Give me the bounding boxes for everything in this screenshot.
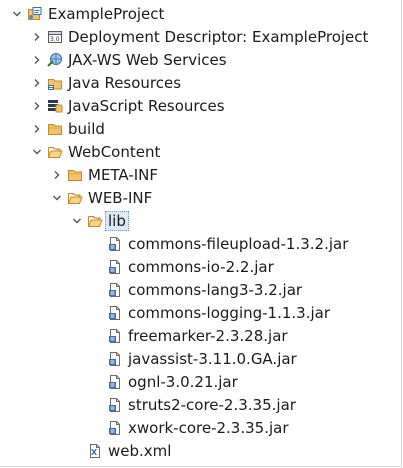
jar-file-icon [107,351,123,367]
jar-file-label: commons-lang3-3.2.jar [128,281,303,299]
tree-node-example-project[interactable]: ExampleProject [0,3,400,26]
jar-file-item[interactable]: javassist-3.11.0.GA.jar [0,348,400,371]
chevron-right-icon[interactable] [32,55,42,65]
chevron-right-icon[interactable] [32,101,42,111]
web-services-icon [47,52,63,68]
tree-node-build[interactable]: build [0,118,400,141]
tree-node-label: build [68,120,105,138]
jar-file-icon [107,282,123,298]
open-folder-icon [47,144,63,160]
folder-icon [67,167,83,183]
jar-file-label: ognl-3.0.21.jar [128,373,238,391]
tree-node-lib[interactable]: lib [0,210,400,233]
deployment-descriptor-icon: 3.0 [47,29,63,45]
tree-node-label: WebContent [68,143,161,161]
jar-file-item[interactable]: freemarker-2.3.28.jar [0,325,400,348]
open-folder-icon [67,190,83,206]
tree-node-label: Java Resources [68,74,182,92]
svg-text:X: X [91,448,98,457]
chevron-down-icon[interactable] [72,216,82,226]
open-folder-icon [87,213,103,229]
java-resources-icon [47,75,63,91]
tree-node-label: ExampleProject [48,5,165,23]
chevron-down-icon[interactable] [52,193,62,203]
chevron-right-icon[interactable] [32,32,42,42]
jar-file-item[interactable]: struts2-core-2.3.35.jar [0,394,400,417]
javascript-resources-icon [47,98,63,114]
tree-node-label: WEB-INF [88,189,153,207]
jar-file-label: commons-fileupload-1.3.2.jar [128,235,349,253]
tree-node-jax-ws-web-services[interactable]: JAX-WS Web Services [0,49,400,72]
tree-node-web-xml[interactable]: X web.xml [0,440,400,463]
tree-node-label: lib [105,211,129,231]
tree-node-label: JavaScript Resources [68,97,225,115]
tree-node-label: JAX-WS Web Services [68,51,227,69]
chevron-down-icon[interactable] [32,147,42,157]
jar-file-icon [107,328,123,344]
tree-node-meta-inf[interactable]: META-INF [0,164,400,187]
jar-file-label: javassist-3.11.0.GA.jar [128,350,297,368]
jar-file-icon [107,236,123,252]
svg-text:3.0: 3.0 [50,36,60,43]
jar-file-label: commons-logging-1.1.3.jar [128,304,331,322]
folder-icon [47,121,63,137]
project-icon [27,6,43,22]
tree-node-label: META-INF [88,166,159,184]
chevron-down-icon[interactable] [12,9,22,19]
jar-file-icon [107,259,123,275]
chevron-right-icon[interactable] [32,78,42,88]
tree-node-javascript-resources[interactable]: JavaScript Resources [0,95,400,118]
xml-file-icon: X [87,443,103,459]
jar-file-item[interactable]: commons-fileupload-1.3.2.jar [0,233,400,256]
jar-file-item[interactable]: commons-lang3-3.2.jar [0,279,400,302]
jar-file-item[interactable]: ognl-3.0.21.jar [0,371,400,394]
jar-file-item[interactable]: xwork-core-2.3.35.jar [0,417,400,440]
tree-node-label: Deployment Descriptor: ExampleProject [68,28,369,46]
tree-node-web-inf[interactable]: WEB-INF [0,187,400,210]
tree-node-java-resources[interactable]: Java Resources [0,72,400,95]
project-explorer-tree: ExampleProject 3.0 Deployment Descriptor… [0,0,402,467]
chevron-right-icon[interactable] [32,124,42,134]
jar-file-icon [107,420,123,436]
jar-file-icon [107,305,123,321]
jar-file-icon [107,397,123,413]
jar-file-label: freemarker-2.3.28.jar [128,327,288,345]
tree-node-webcontent[interactable]: WebContent [0,141,400,164]
jar-file-icon [107,374,123,390]
tree-node-label: web.xml [108,442,172,460]
jar-file-label: xwork-core-2.3.35.jar [128,419,289,437]
chevron-right-icon[interactable] [52,170,62,180]
jar-file-item[interactable]: commons-io-2.2.jar [0,256,400,279]
jar-file-label: struts2-core-2.3.35.jar [128,396,296,414]
jar-file-item[interactable]: commons-logging-1.1.3.jar [0,302,400,325]
jar-file-label: commons-io-2.2.jar [128,258,274,276]
tree-node-deployment-descriptor[interactable]: 3.0 Deployment Descriptor: ExampleProjec… [0,26,400,49]
